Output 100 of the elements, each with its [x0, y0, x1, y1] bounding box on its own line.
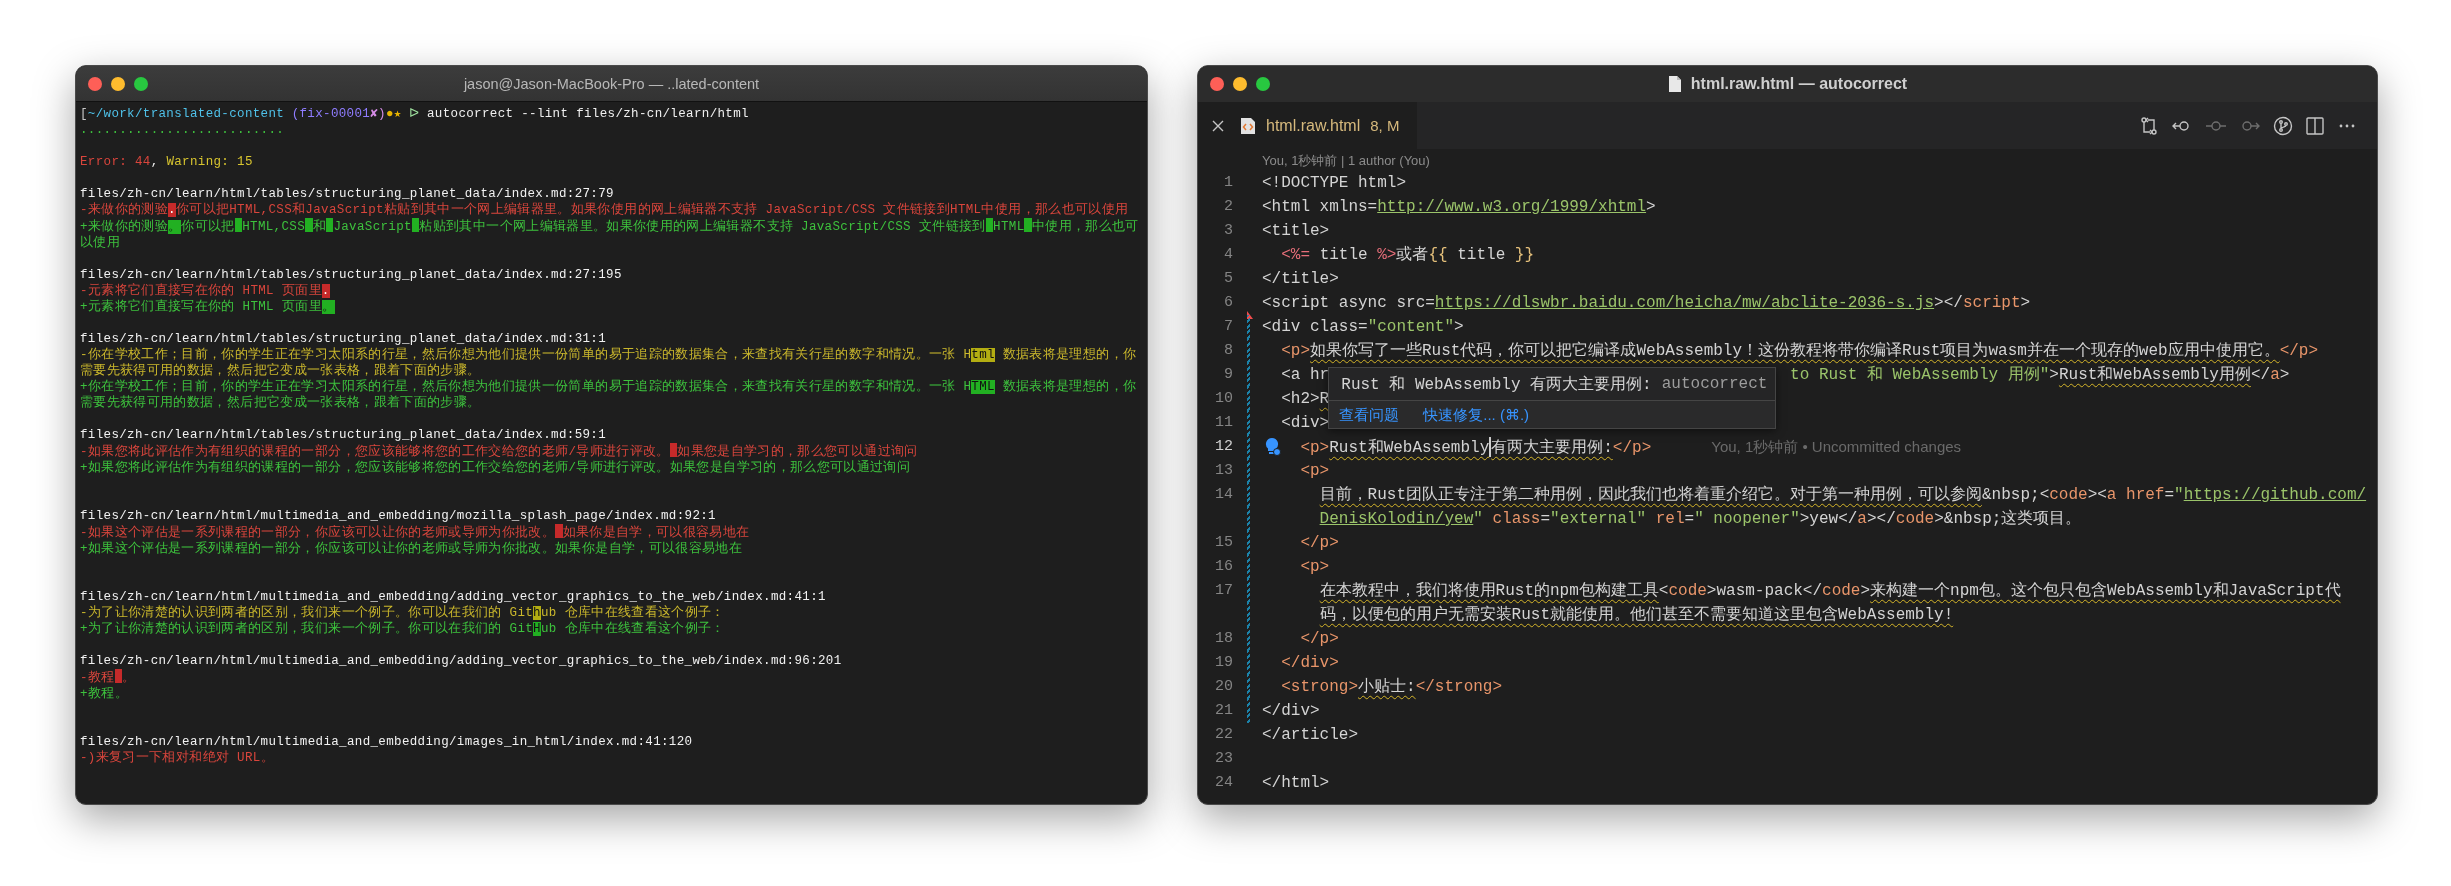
line-number: 24: [1215, 773, 1233, 793]
warning-count: Warning: 15: [166, 155, 253, 169]
error-count: Error: 44: [80, 155, 151, 169]
line-number: 15: [1215, 533, 1233, 553]
minimize-button[interactable]: [111, 77, 125, 91]
line-number: 21: [1215, 701, 1233, 721]
html-file-icon: [1240, 116, 1256, 135]
prompt-dirty: ✘): [370, 107, 386, 121]
window-title: jason@Jason-MacBook-Pro — ..lated-content: [463, 75, 760, 92]
code-text: </title>: [1262, 269, 1339, 290]
string-literal: "content": [1367, 317, 1455, 338]
editor-tab[interactable]: html.raw.html 8, M: [1198, 102, 1418, 149]
code-text: =: [1540, 509, 1551, 530]
added-line: +如果这个评估是一系列课程的一部分，你应该可以让你的老师或导师为你批改。如果你是自学，可以很容易地在: [80, 541, 743, 557]
code-text: </html>: [1262, 773, 1330, 794]
tag-name: script: [1962, 293, 2021, 314]
blame-annotation: You, 1秒钟前 | 1 author (You): [1262, 153, 1430, 168]
close-icon[interactable]: [1212, 119, 1224, 132]
code-text: <h2>: [1281, 389, 1320, 410]
prompt-arrow: ᐅ: [409, 107, 420, 121]
removed-line: -为了让你清楚的认识到两者的区别，我们来一个例子。你可以在我们的 Github 仓库中在线查看这个例子：: [80, 605, 726, 621]
template-brace: {{: [1428, 245, 1448, 266]
split-editor-icon[interactable]: [2305, 115, 2325, 136]
line-number: 6: [1224, 293, 1233, 313]
text-cursor: [1489, 437, 1492, 457]
tag-name: a href: [2106, 485, 2165, 506]
code-text: <div>: [1281, 413, 1330, 434]
line-number: 16: [1215, 557, 1233, 577]
problem-source: autocorrect: [1661, 375, 1768, 393]
git-branch-icon[interactable]: [2273, 115, 2293, 136]
window-title: html.raw.html — autocorrect: [1690, 75, 1908, 93]
code-text: <html xmlns=: [1262, 197, 1378, 218]
progress-dots: ..........................: [80, 122, 286, 138]
tag-name: code: [1668, 581, 1707, 602]
code-text: >: [2049, 366, 2059, 384]
tag-name: code: [2049, 485, 2088, 506]
code-text: >wasm-pack</: [1706, 581, 1823, 602]
tag-name: rel: [1655, 509, 1685, 530]
code-text: ></: [1934, 293, 1963, 314]
prompt-status: ●★: [385, 107, 402, 121]
line-number: 8: [1224, 341, 1233, 361]
template-delimiter: %>: [1377, 245, 1397, 266]
removed-line: -教程 。: [80, 669, 137, 686]
template-brace: }}: [1514, 245, 1535, 266]
file-path: files/zh-cn/learn/html/multimedia_and_embedding/images_in_html/index.md:41:120: [80, 734, 694, 750]
command-text: autocorrect --lint files/zh-cn/learn/html: [427, 107, 749, 121]
removed-line: -你在学校工作；目前，你的学生正在学习太阳系的行星，然后你想为他们提供一份简单的易于追踪的数据集合，来查找有关行星的数字和情况。一张 Html 数据表将是理想的，你需要先获得可用的数据，然后把它变成一张表格，跟着下面的步骤。: [80, 347, 1138, 379]
code-text: </: [2250, 366, 2271, 384]
line-number: 17: [1215, 581, 1233, 601]
deleted-lines-marker: [1247, 311, 1253, 319]
zoom-button[interactable]: [134, 77, 148, 91]
tag-name: code: [1895, 509, 1935, 530]
line-number: 13: [1215, 461, 1233, 481]
added-line: +教程。: [80, 686, 129, 702]
line-number: 14: [1215, 485, 1233, 505]
line-number: 2: [1224, 197, 1233, 217]
file-path: files/zh-cn/learn/html/multimedia_and_embedding/mozilla_splash_page/index.md:92:1: [80, 508, 717, 524]
minimize-button[interactable]: [1233, 77, 1247, 91]
flagged-text: 小贴士:: [1358, 676, 1416, 698]
line-number: 18: [1215, 629, 1233, 649]
removed-line: -)来复习一下相对和绝对 URL。: [80, 750, 275, 766]
tab-label: html.raw.html: [1266, 116, 1361, 135]
compare-changes-icon[interactable]: [2139, 115, 2159, 136]
line-number: 11: [1215, 413, 1233, 433]
template-delimiter: <%=: [1281, 245, 1310, 266]
code-text: <a hr: [1280, 366, 1330, 384]
code-text: >: [1646, 197, 1656, 218]
code-text: </article>: [1262, 725, 1358, 746]
close-button[interactable]: [1210, 77, 1224, 91]
code-text: >&nbsp;这类项目。: [1934, 508, 2082, 530]
zoom-button[interactable]: [1256, 77, 1270, 91]
document-icon: [1667, 75, 1682, 93]
string-literal: "external": [1550, 509, 1647, 530]
line-number: 23: [1215, 749, 1233, 769]
popup-action-link[interactable]: 快速修复... (⌘.): [1423, 405, 1530, 425]
line-number: 19: [1215, 653, 1233, 673]
code-text: <script async src=: [1262, 293, 1435, 314]
string-literal: " noopener": [1694, 509, 1800, 530]
tag-name: <p>: [1300, 438, 1330, 459]
line-number: 7: [1224, 317, 1233, 337]
line-number: 22: [1215, 725, 1233, 745]
code-text: <!DOCTYPE html>: [1262, 173, 1407, 194]
file-path: files/zh-cn/learn/html/tables/structuring_planet_data/index.md:27:195: [80, 267, 623, 283]
tag-name: </p>: [1612, 438, 1652, 459]
close-button[interactable]: [88, 77, 102, 91]
tag-name: </strong>: [1415, 677, 1503, 698]
popup-action-link[interactable]: 查看问题: [1339, 405, 1400, 425]
tag-name: a: [1857, 509, 1867, 530]
tag-name: </p>: [1300, 533, 1339, 554]
added-line: +元素将它们直接写在你的 HTML 页面里。: [80, 299, 337, 315]
added-line: +为了让你清楚的认识到两者的区别，我们来一个例子。你可以在我们的 GitHub 仓库中在线查看这个例子：: [80, 621, 726, 637]
code-text: >: [1454, 317, 1464, 338]
flagged-text: 来构建一个npm包。这个包只包含WebAssembly和JavaScript代: [1870, 580, 2341, 602]
lightbulb-icon[interactable]: [1264, 437, 1282, 457]
tag-name: a: [2270, 366, 2280, 384]
line-number: 12: [1215, 437, 1233, 457]
code-text: ></: [1866, 509, 1896, 530]
flagged-text: 在本教程中，我们将使用Rust的npm包构建工具: [1319, 581, 1659, 602]
line-number: 10: [1215, 389, 1233, 409]
flagged-text: 码，以便包的用户无需安装Rust就能使用。他们甚至不需要知道这里包含WebAssembly!: [1319, 604, 1954, 626]
